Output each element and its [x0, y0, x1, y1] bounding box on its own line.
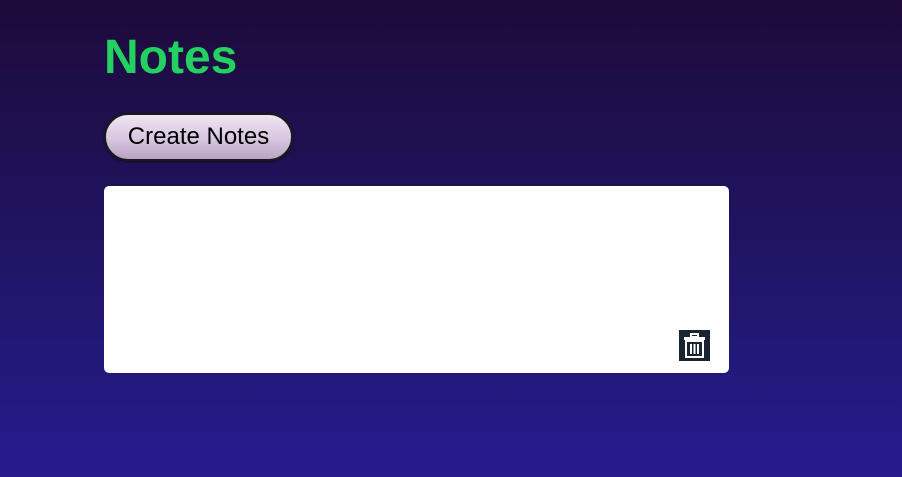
page-title: Notes: [104, 31, 238, 84]
note-card: [104, 186, 729, 373]
trash-icon: [683, 333, 706, 358]
delete-note-button[interactable]: [679, 330, 710, 361]
create-notes-button[interactable]: Create Notes: [104, 113, 293, 161]
note-text-area[interactable]: [104, 186, 729, 373]
